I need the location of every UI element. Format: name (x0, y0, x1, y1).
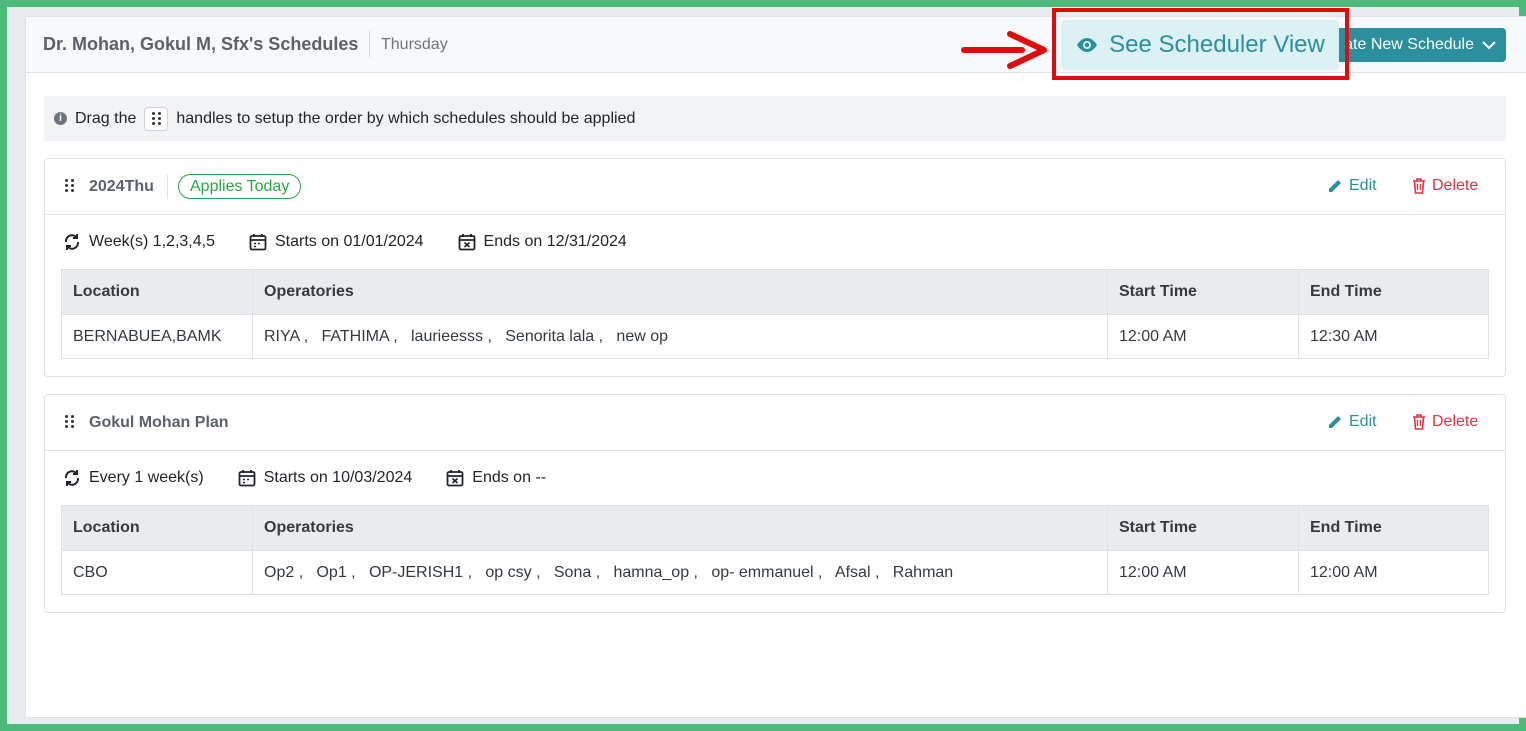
location-cell: BERNABUEA,BAMK (61, 314, 253, 359)
end-date: Ends on -- (446, 469, 546, 487)
column-header-operatories: Operatories (252, 269, 1108, 315)
pencil-icon (1329, 180, 1341, 192)
table-header-row: Location Operatories Start Time End Time (61, 269, 1489, 315)
annotation-highlight-box (1052, 8, 1349, 80)
column-header-location: Location (61, 269, 253, 315)
operatories-cell: Op2 , Op1 , OP-JERISH1 , op csy , Sona ,… (252, 550, 1108, 595)
end-time-cell: 12:30 AM (1298, 314, 1489, 359)
info-banner: i Drag the handles to setup the order by… (44, 96, 1506, 141)
schedule-card-header: Gokul Mohan Plan Edit Delete (45, 395, 1505, 451)
end-time-cell: 12:00 AM (1298, 550, 1489, 595)
drag-handle-icon[interactable] (65, 415, 74, 428)
start-date-label: Starts on 01/01/2024 (274, 233, 424, 250)
operatories-cell: RIYA , FATHIMA , laurieesss , Senorita l… (252, 314, 1108, 359)
header-divider (369, 31, 370, 57)
column-header-end-time: End Time (1298, 505, 1489, 551)
calendar-end-icon (458, 234, 475, 251)
name-divider (167, 175, 168, 199)
delete-label: Delete (1432, 177, 1479, 194)
info-icon: i (54, 112, 67, 125)
pencil-icon (1329, 416, 1341, 428)
start-date: Starts on 01/01/2024 (249, 233, 424, 251)
info-suffix: handles to setup the order by which sche… (176, 109, 636, 127)
chevron-down-icon (1482, 41, 1496, 50)
recurrence-label: Every 1 week(s) (89, 469, 204, 486)
outer-frame: Dr. Mohan, Gokul M, Sfx's Schedules Thur… (7, 7, 1526, 724)
trash-icon (1413, 414, 1425, 430)
recurrence: Every 1 week(s) (63, 469, 204, 487)
location-cell: CBO (61, 550, 253, 595)
schedule-table: Location Operatories Start Time End Time… (61, 269, 1489, 359)
schedule-name: 2024Thu (89, 178, 154, 195)
column-header-start-time: Start Time (1107, 269, 1299, 315)
table-header-row: Location Operatories Start Time End Time (61, 505, 1489, 551)
edit-label: Edit (1349, 177, 1377, 194)
create-new-schedule-label: ate New Schedule (1344, 36, 1474, 53)
column-header-end-time: End Time (1298, 269, 1489, 315)
column-header-start-time: Start Time (1107, 505, 1299, 551)
delete-button[interactable]: Delete (1412, 413, 1478, 431)
column-header-location: Location (61, 505, 253, 551)
table-row: BERNABUEA,BAMK RIYA , FATHIMA , lauriees… (61, 314, 1489, 359)
delete-button[interactable]: Delete (1412, 177, 1478, 195)
schedule-meta: Week(s) 1,2,3,4,5 Starts on 01/01/2024 E… (63, 233, 661, 251)
schedule-name: Gokul Mohan Plan (89, 414, 229, 431)
schedules-panel: Dr. Mohan, Gokul M, Sfx's Schedules Thur… (25, 16, 1526, 718)
drag-handle-icon[interactable] (65, 179, 74, 192)
edit-button[interactable]: Edit (1327, 413, 1377, 431)
recurrence-label: Week(s) 1,2,3,4,5 (89, 233, 215, 250)
end-date-label: Ends on -- (472, 469, 547, 486)
schedule-card: 2024Thu Applies Today Edit Delete Week(s… (44, 158, 1506, 377)
recurrence: Week(s) 1,2,3,4,5 (63, 233, 215, 251)
drag-handle-icon (144, 106, 169, 131)
repeat-icon (64, 470, 80, 486)
start-date: Starts on 10/03/2024 (238, 469, 413, 487)
calendar-start-icon (238, 470, 256, 487)
start-time-cell: 12:00 AM (1107, 550, 1299, 595)
header-day: Thursday (381, 36, 448, 53)
trash-icon (1413, 178, 1425, 194)
schedule-meta: Every 1 week(s) Starts on 10/03/2024 End… (63, 469, 580, 487)
table-row: CBO Op2 , Op1 , OP-JERISH1 , op csy , So… (61, 550, 1489, 595)
end-date: Ends on 12/31/2024 (458, 233, 627, 251)
info-prefix: Drag the (75, 109, 137, 127)
edit-label: Edit (1349, 413, 1377, 430)
column-header-operatories: Operatories (252, 505, 1108, 551)
repeat-icon (64, 234, 80, 250)
page-title: Dr. Mohan, Gokul M, Sfx's Schedules (43, 34, 359, 54)
calendar-start-icon (249, 234, 267, 251)
annotation-arrow-icon (961, 31, 1047, 69)
delete-label: Delete (1432, 413, 1479, 430)
schedule-card: Gokul Mohan Plan Edit Delete Every 1 wee… (44, 394, 1506, 613)
status-badge: Applies Today (178, 174, 302, 199)
create-new-schedule-button[interactable]: ate New Schedule (1326, 28, 1506, 62)
schedule-table: Location Operatories Start Time End Time… (61, 505, 1489, 595)
schedule-card-header: 2024Thu Applies Today Edit Delete (45, 159, 1505, 215)
calendar-end-icon (446, 470, 464, 487)
end-date-label: Ends on 12/31/2024 (483, 233, 627, 250)
edit-button[interactable]: Edit (1327, 177, 1377, 195)
start-time-cell: 12:00 AM (1107, 314, 1299, 359)
start-date-label: Starts on 10/03/2024 (263, 469, 413, 486)
